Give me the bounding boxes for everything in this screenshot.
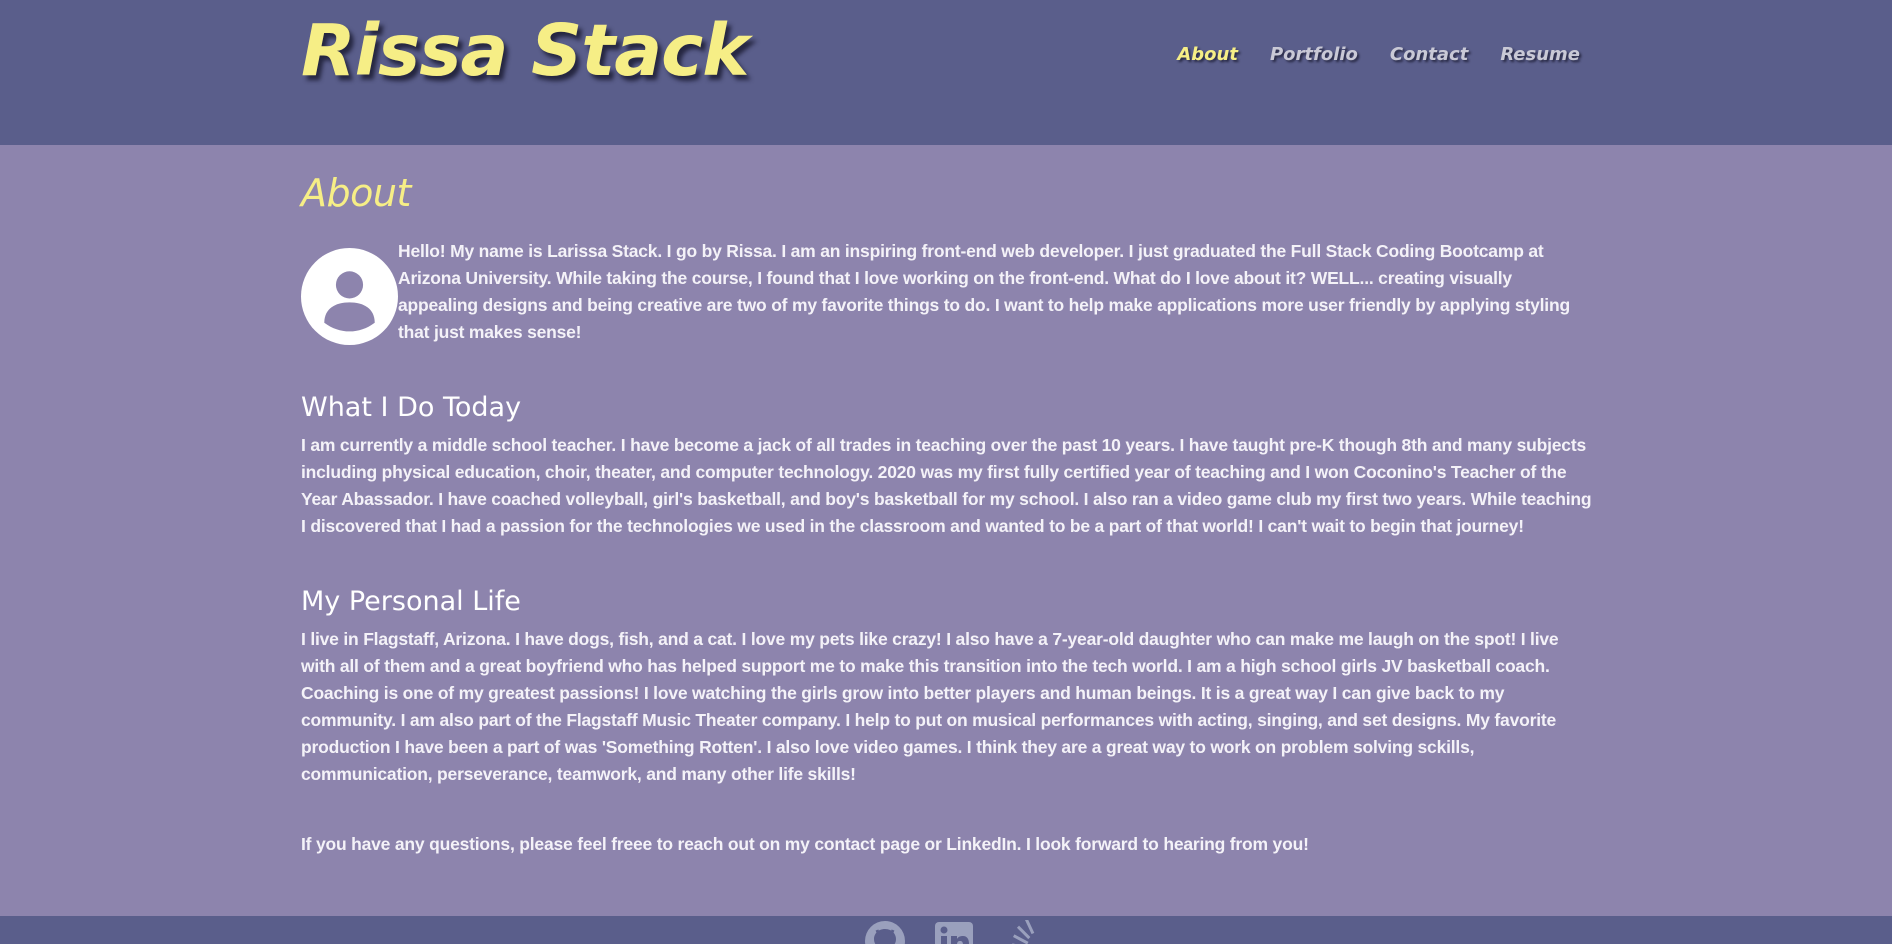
nav-contact-link[interactable]: Contact: [1390, 44, 1468, 65]
personal-life-heading: My Personal Life: [301, 586, 521, 617]
about-title: About: [301, 171, 411, 215]
intro-text: Hello! My name is Larissa Stack. I go by…: [398, 241, 1570, 342]
nav-about-link[interactable]: About: [1177, 44, 1238, 65]
site-footer: [0, 916, 1892, 944]
about-section: About Hello! My name is Larissa Stack. I…: [301, 145, 1595, 858]
nav-resume-link[interactable]: Resume: [1500, 44, 1580, 65]
github-icon[interactable]: [864, 920, 906, 944]
stack-overflow-icon[interactable]: [1000, 920, 1042, 944]
today-heading: What I Do Today: [301, 392, 522, 423]
main-nav: About Portfolio Contact Resume: [1145, 44, 1580, 65]
site-header: Rissa Stack About Portfolio Contact Resu…: [0, 0, 1892, 145]
personal-life-text: I live in Flagstaff, Arizona. I have dog…: [301, 629, 1559, 784]
site-brand[interactable]: Rissa Stack: [301, 6, 749, 96]
nav-portfolio-link[interactable]: Portfolio: [1270, 44, 1358, 65]
user-avatar-icon: [301, 248, 398, 345]
today-text: I am currently a middle school teacher. …: [301, 435, 1592, 536]
closing-text: If you have any questions, please feel f…: [301, 834, 1309, 854]
linkedin-icon[interactable]: [933, 920, 975, 944]
intro-block: Hello! My name is Larissa Stack. I go by…: [301, 238, 1595, 346]
